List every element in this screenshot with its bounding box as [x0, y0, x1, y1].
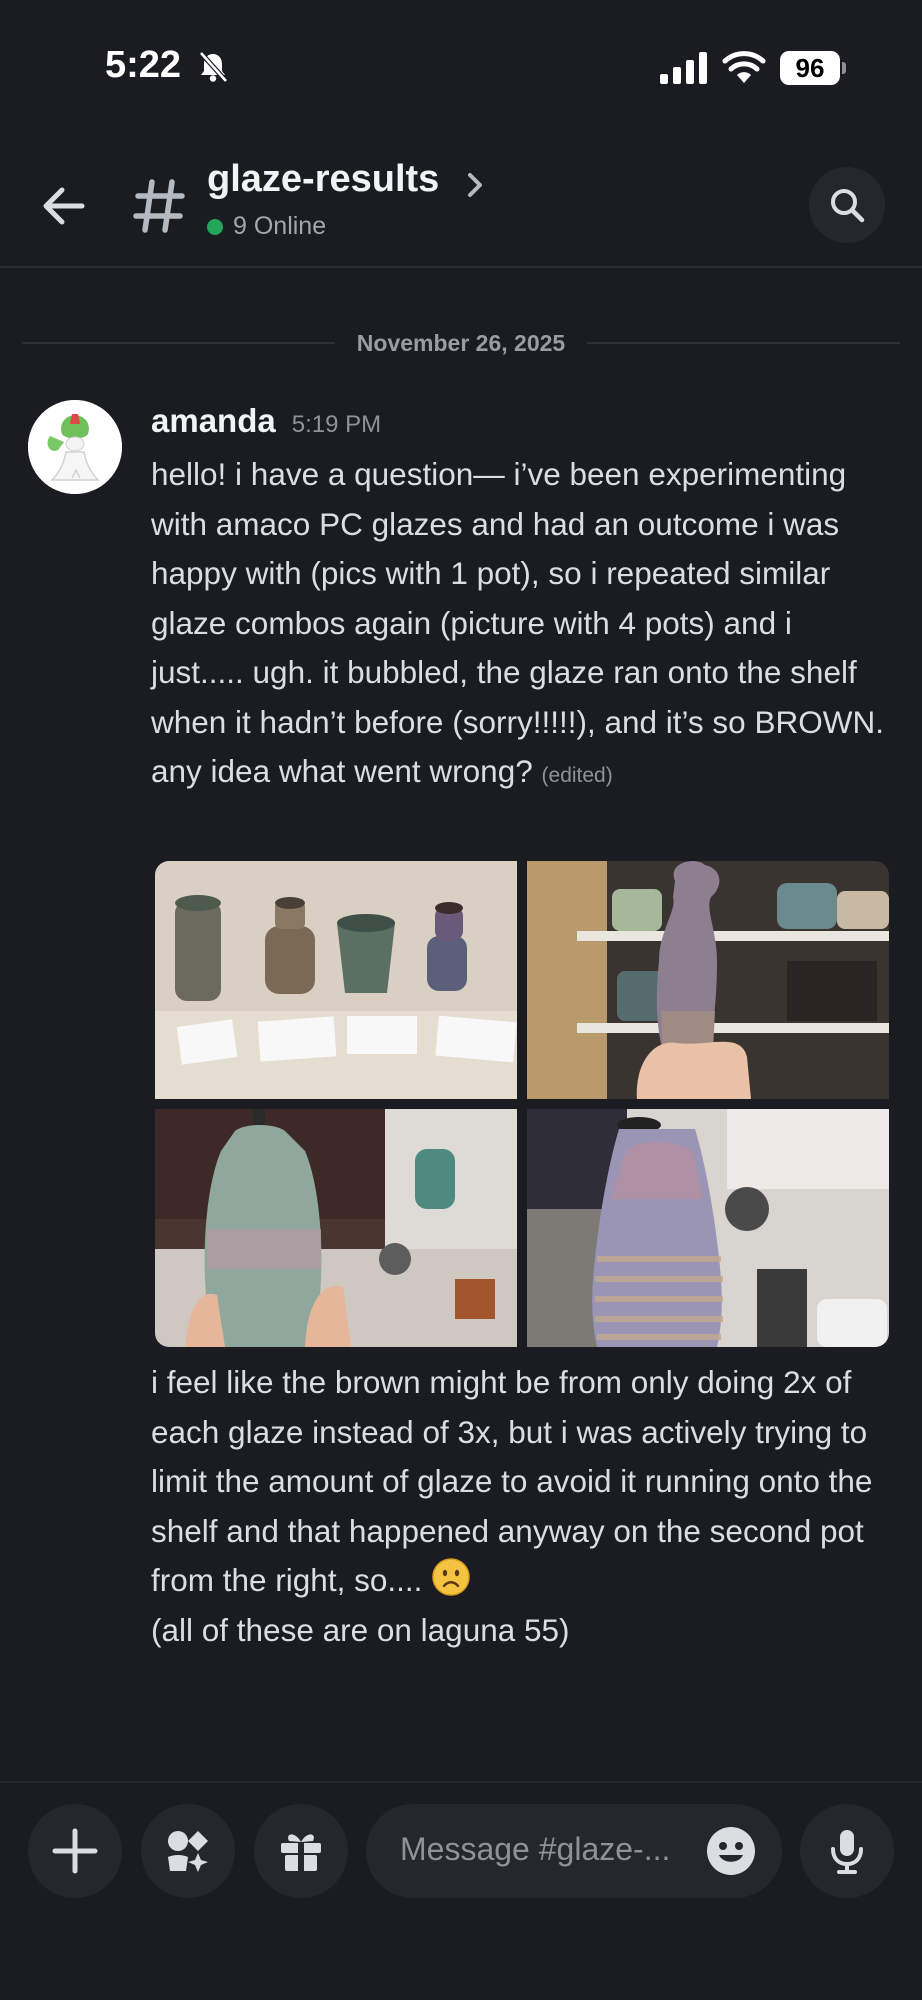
wifi-icon — [722, 51, 766, 83]
bell-slash-icon — [199, 51, 228, 83]
battery-icon: 96 — [780, 51, 846, 85]
single-pot-shelf-photo[interactable] — [527, 861, 889, 1099]
frowning-face-emoji-icon — [432, 1558, 470, 1596]
divider-date: November 26, 2025 — [356, 329, 566, 356]
online-label: 9 Online — [233, 212, 327, 240]
message-text: hello! i have a question— i’ve been expe… — [151, 450, 891, 801]
message-input[interactable]: Message #glaze-... — [366, 1804, 782, 1898]
date-divider: November 26, 2025 — [22, 326, 900, 360]
message-header: amanda 5:19 PM — [151, 402, 381, 440]
online-count: 9 Online — [207, 212, 326, 241]
message-author[interactable]: amanda — [151, 402, 276, 440]
battery-level: 96 — [780, 51, 840, 85]
edited-label: (edited) — [541, 764, 613, 787]
message-timestamp: 5:19 PM — [291, 411, 382, 438]
attach-button[interactable] — [28, 1804, 122, 1898]
gift-button[interactable] — [254, 1804, 348, 1898]
search-button[interactable] — [809, 167, 885, 243]
voice-message-button[interactable] — [800, 1804, 894, 1898]
cellular-signal-icon — [660, 52, 707, 84]
message-text-third: (all of these are on laguna 55) — [151, 1611, 570, 1648]
message-text-continued: i feel like the brown might be from only… — [151, 1358, 891, 1655]
four-pots-photo[interactable] — [155, 861, 517, 1099]
message-input-placeholder: Message #glaze-... — [400, 1831, 671, 1867]
pot-kitchen-photo[interactable] — [155, 1109, 517, 1347]
emoji-icon[interactable] — [706, 1826, 756, 1876]
plus-icon — [52, 1828, 98, 1874]
back-arrow-icon[interactable] — [36, 178, 92, 234]
message-text-second: i feel like the brown might be from only… — [151, 1364, 873, 1598]
avatar[interactable] — [28, 400, 122, 494]
chevron-right-icon[interactable] — [462, 170, 488, 200]
online-dot-icon — [207, 218, 223, 235]
hash-icon — [133, 179, 185, 233]
image-gallery — [155, 861, 889, 1347]
channel-header: glaze-results 9 Online — [0, 140, 922, 268]
status-bar: 5:22 96 — [0, 0, 922, 140]
channel-name[interactable]: glaze-results — [207, 158, 439, 201]
microphone-icon — [831, 1830, 863, 1874]
apps-icon — [168, 1831, 208, 1872]
gift-icon — [281, 1834, 321, 1871]
apps-button[interactable] — [141, 1804, 235, 1898]
search-icon — [831, 189, 865, 223]
pot-closeup-photo[interactable] — [527, 1109, 889, 1347]
status-time: 5:22 — [105, 44, 182, 86]
message-text-first: hello! i have a question— i’ve been expe… — [151, 456, 884, 789]
